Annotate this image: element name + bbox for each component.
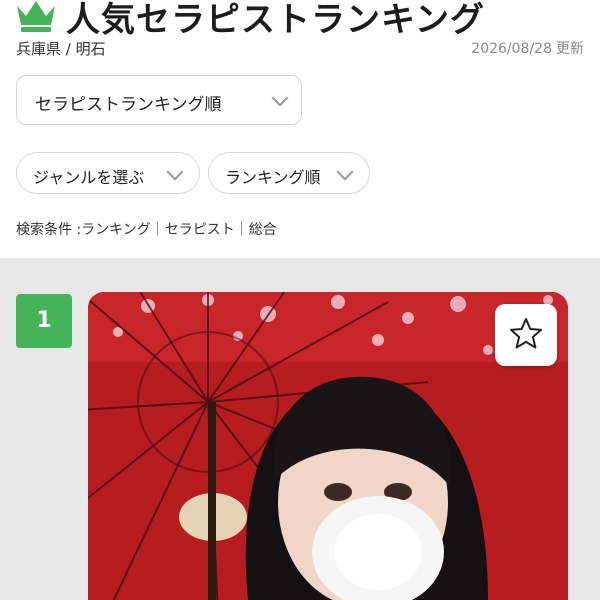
star-icon xyxy=(510,318,542,349)
breadcrumb-location: 兵庫県 / 明石 xyxy=(16,40,106,58)
ranking-order-label: ランキング順 xyxy=(225,168,321,187)
updated-date: 2026/08/28 更新 xyxy=(467,38,584,58)
genre-filter-button[interactable]: ジャンルを選ぶ xyxy=(16,152,200,194)
crown-icon xyxy=(17,1,55,32)
genre-filter-label: ジャンルを選ぶ xyxy=(33,168,145,187)
updated-label: 更新 xyxy=(556,41,584,57)
sort-select[interactable]: セラピストランキング順 xyxy=(16,75,302,125)
sort-select-value: セラピストランキング順 xyxy=(35,95,222,115)
page-header: 人気セラピストランキング 兵庫県 / 明石 2026/08/28 更新 セラピスト… xyxy=(0,0,600,258)
chevron-down-icon xyxy=(166,163,184,181)
rank-badge: 1 xyxy=(16,294,72,348)
updated-date-value: 2026/08/28 xyxy=(471,41,552,57)
ranking-order-button[interactable]: ランキング順 xyxy=(208,152,370,194)
chevron-down-icon xyxy=(271,89,289,107)
search-conditions: 検索条件 :ランキング｜セラピスト｜総合 xyxy=(16,222,277,238)
page-title: 人気セラピストランキング xyxy=(66,0,485,40)
favorite-button[interactable] xyxy=(495,304,557,366)
chevron-down-icon xyxy=(336,163,354,181)
